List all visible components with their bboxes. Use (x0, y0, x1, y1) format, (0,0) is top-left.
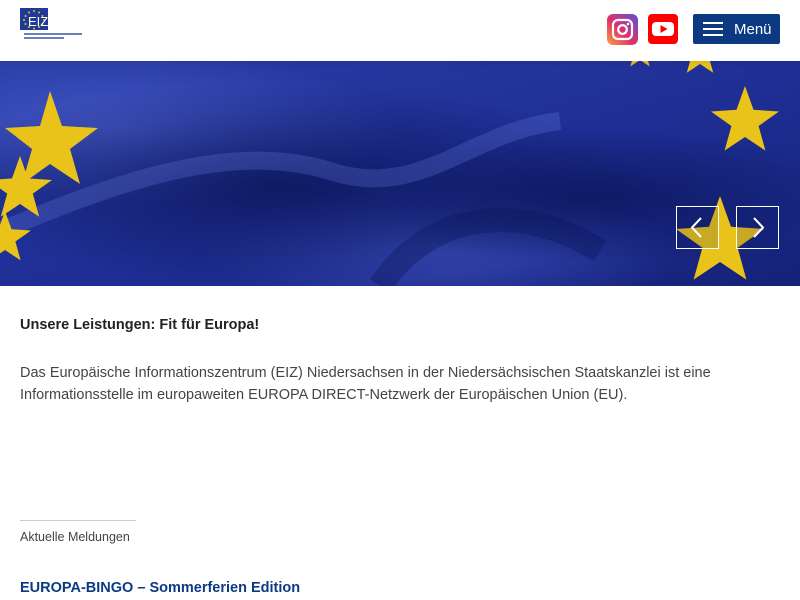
intro-text: Das Europäische Informationszentrum (EIZ… (20, 365, 711, 403)
slider-next-button[interactable] (736, 206, 779, 249)
slider-prev-button[interactable] (676, 206, 719, 249)
chevron-left-icon (690, 217, 702, 238)
news-item-title[interactable]: EUROPA-BINGO – Sommerferien Edition (20, 580, 300, 596)
eiz-logo[interactable]: EIZ (20, 8, 82, 42)
chevron-right-icon (753, 217, 765, 238)
hero-slider (0, 61, 800, 286)
youtube-icon (652, 22, 674, 36)
site-header: EIZ Menü (0, 0, 800, 61)
eu-flag-image (0, 61, 800, 286)
hamburger-icon (703, 22, 723, 36)
instagram-link[interactable] (607, 14, 638, 45)
intro-title: Unsere Leistungen: Fit für Europa! (20, 317, 260, 333)
menu-button[interactable]: Menü (693, 14, 780, 44)
youtube-link[interactable] (648, 14, 678, 44)
logo-text: EIZ (28, 14, 48, 29)
menu-label: Menü (734, 20, 772, 38)
instagram-icon (607, 14, 638, 45)
news-tab-current[interactable]: Aktuelle Meldungen (20, 520, 136, 544)
